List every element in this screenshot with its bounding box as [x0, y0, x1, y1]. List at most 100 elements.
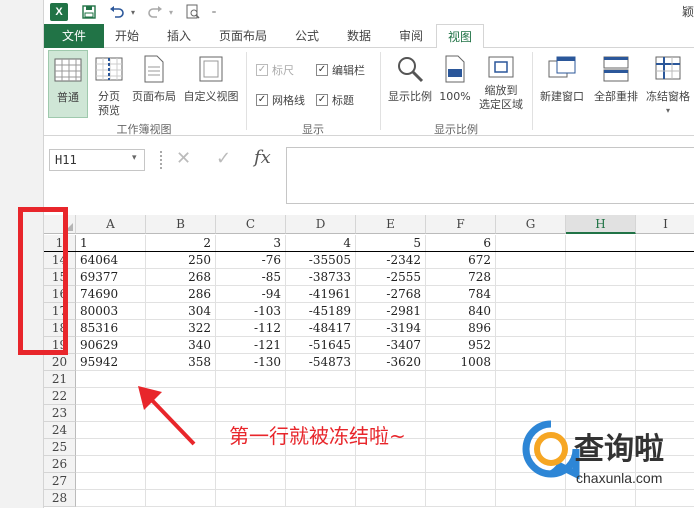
- cell[interactable]: [356, 456, 426, 473]
- cell[interactable]: -35505: [286, 252, 356, 269]
- cell[interactable]: [566, 371, 636, 388]
- cell[interactable]: 6: [426, 235, 496, 252]
- cell[interactable]: 5: [356, 235, 426, 252]
- cell[interactable]: [76, 456, 146, 473]
- cell[interactable]: [636, 269, 694, 286]
- cell[interactable]: [286, 371, 356, 388]
- cell[interactable]: -51645: [286, 337, 356, 354]
- cell[interactable]: [566, 303, 636, 320]
- print-preview-icon[interactable]: [184, 3, 202, 21]
- name-box-dropdown-icon[interactable]: ▾: [132, 153, 137, 163]
- cell[interactable]: [496, 490, 566, 507]
- zoom-to-selection-button[interactable]: 缩放到 选定区域: [474, 50, 528, 118]
- cell[interactable]: -121: [216, 337, 286, 354]
- cell[interactable]: [356, 473, 426, 490]
- cell[interactable]: -3194: [356, 320, 426, 337]
- cell[interactable]: -2342: [356, 252, 426, 269]
- column-header-d[interactable]: D: [286, 215, 356, 234]
- cell[interactable]: [286, 473, 356, 490]
- page-layout-view-button[interactable]: 页面布局: [130, 50, 178, 118]
- tab-review[interactable]: 审阅: [390, 24, 432, 48]
- save-icon[interactable]: [80, 3, 98, 21]
- cell[interactable]: [216, 371, 286, 388]
- cell[interactable]: [496, 269, 566, 286]
- cell[interactable]: [76, 473, 146, 490]
- cell[interactable]: 74690: [76, 286, 146, 303]
- cell[interactable]: [146, 456, 216, 473]
- cell[interactable]: [356, 490, 426, 507]
- cell[interactable]: [216, 490, 286, 507]
- row-header[interactable]: 24: [44, 422, 76, 439]
- zoom-100-button[interactable]: 100%: [438, 50, 472, 118]
- cell[interactable]: 1: [76, 235, 146, 252]
- cell[interactable]: [496, 337, 566, 354]
- cell[interactable]: -2768: [356, 286, 426, 303]
- cell[interactable]: [426, 490, 496, 507]
- cell[interactable]: [146, 490, 216, 507]
- cell[interactable]: [216, 473, 286, 490]
- cell[interactable]: 1008: [426, 354, 496, 371]
- enter-icon[interactable]: ✓: [216, 150, 231, 168]
- gridlines-checkbox[interactable]: ✓ 网格线: [256, 92, 305, 108]
- cell[interactable]: [496, 286, 566, 303]
- cell[interactable]: -94: [216, 286, 286, 303]
- tab-data[interactable]: 数据: [338, 24, 380, 48]
- cancel-icon[interactable]: ✕: [176, 150, 191, 168]
- cell[interactable]: [636, 490, 694, 507]
- cell[interactable]: [426, 422, 496, 439]
- column-header-i[interactable]: I: [636, 215, 694, 234]
- cell[interactable]: -3620: [356, 354, 426, 371]
- cell[interactable]: -48417: [286, 320, 356, 337]
- new-window-button[interactable]: 新建窗口: [536, 50, 588, 118]
- cell[interactable]: -2555: [356, 269, 426, 286]
- cell[interactable]: 95942: [76, 354, 146, 371]
- column-header-h[interactable]: H: [566, 215, 636, 234]
- row-header[interactable]: 28: [44, 490, 76, 507]
- customize-qat-icon[interactable]: ₌: [208, 3, 220, 21]
- name-box[interactable]: H11: [49, 149, 145, 171]
- custom-views-button[interactable]: 自定义视图: [180, 50, 242, 118]
- cell[interactable]: [426, 439, 496, 456]
- cell[interactable]: [566, 269, 636, 286]
- cell[interactable]: -112: [216, 320, 286, 337]
- row-header[interactable]: 26: [44, 456, 76, 473]
- cell[interactable]: [566, 388, 636, 405]
- tab-insert[interactable]: 插入: [158, 24, 200, 48]
- cell[interactable]: [496, 252, 566, 269]
- normal-view-button[interactable]: 普通: [48, 50, 88, 118]
- cell[interactable]: [636, 371, 694, 388]
- cell[interactable]: 304: [146, 303, 216, 320]
- cell[interactable]: -38733: [286, 269, 356, 286]
- page-break-preview-button[interactable]: 分页 预览: [92, 50, 126, 118]
- formula-bar-grip[interactable]: [160, 151, 164, 169]
- tab-file[interactable]: 文件: [44, 24, 104, 48]
- cell[interactable]: [566, 320, 636, 337]
- column-header-a[interactable]: A: [76, 215, 146, 234]
- cell[interactable]: 85316: [76, 320, 146, 337]
- cell[interactable]: -85: [216, 269, 286, 286]
- freeze-panes-button[interactable]: 冻结窗格 ▾: [642, 50, 694, 118]
- cell[interactable]: [496, 303, 566, 320]
- cell[interactable]: [216, 388, 286, 405]
- cell[interactable]: [636, 303, 694, 320]
- cell[interactable]: [566, 252, 636, 269]
- cell[interactable]: [146, 473, 216, 490]
- cell[interactable]: [356, 388, 426, 405]
- column-header-g[interactable]: G: [496, 215, 566, 234]
- undo-icon[interactable]: [106, 3, 128, 21]
- cell[interactable]: [286, 456, 356, 473]
- column-header-b[interactable]: B: [146, 215, 216, 234]
- cell[interactable]: 2: [146, 235, 216, 252]
- cell[interactable]: 69377: [76, 269, 146, 286]
- formula-input[interactable]: [286, 147, 694, 204]
- cell[interactable]: [566, 337, 636, 354]
- cell[interactable]: 4: [286, 235, 356, 252]
- column-header-c[interactable]: C: [216, 215, 286, 234]
- zoom-button[interactable]: 显示比例: [384, 50, 436, 118]
- cell[interactable]: [426, 371, 496, 388]
- cell[interactable]: [566, 354, 636, 371]
- cell[interactable]: 896: [426, 320, 496, 337]
- cell[interactable]: [356, 371, 426, 388]
- cell[interactable]: 840: [426, 303, 496, 320]
- cell[interactable]: [496, 354, 566, 371]
